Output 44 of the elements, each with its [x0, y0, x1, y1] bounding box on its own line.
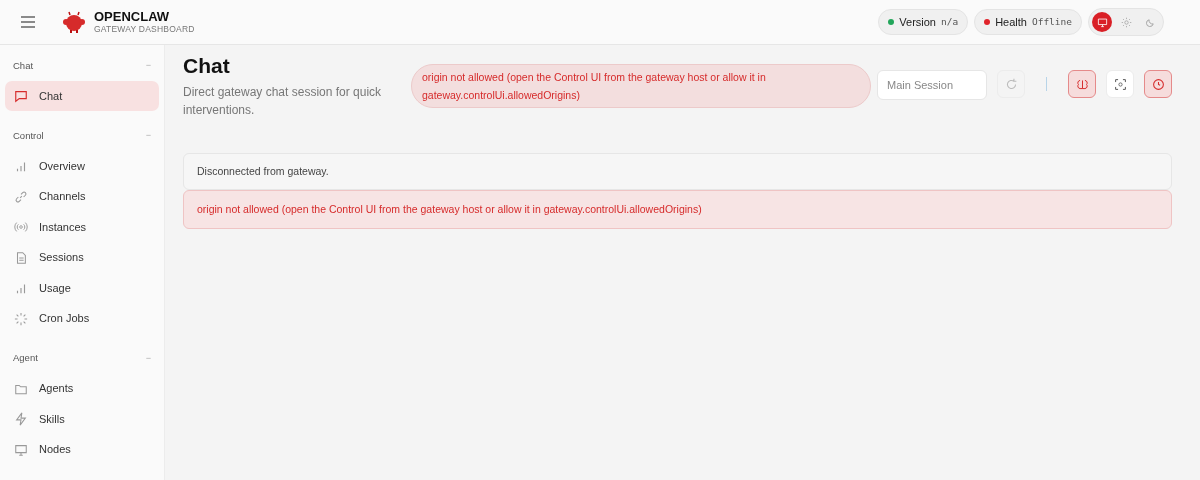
error-banner: origin not allowed (open the Control UI from the gateway host or allow it in gateway.controlUi.allowedOrigins) — [411, 64, 871, 108]
sidebar-item[interactable]: Chat — [5, 81, 159, 111]
sidebar-item[interactable]: Agents — [5, 373, 159, 404]
brain-icon — [1075, 77, 1089, 91]
section-heading: Control — [13, 128, 44, 143]
status-label: Health — [995, 14, 1027, 30]
clock-icon — [1151, 77, 1165, 91]
refresh-icon — [1004, 77, 1018, 91]
toolbar-button[interactable] — [1144, 70, 1172, 98]
sidebar-item[interactable]: Cron Jobs — [5, 303, 159, 334]
theme-option-button[interactable] — [1092, 12, 1112, 32]
status-value: Offline — [1031, 14, 1072, 29]
broadcast-icon — [14, 220, 28, 234]
chat-bubble-icon — [14, 89, 28, 103]
status-label: Version — [899, 14, 936, 30]
session-field[interactable]: Main Session — [877, 70, 987, 100]
sidebar-item[interactable]: Nodes — [5, 434, 159, 465]
document-icon — [14, 250, 28, 265]
info-message: Disconnected from gateway. — [183, 153, 1172, 191]
sidebar-item[interactable]: Skills — [5, 404, 159, 434]
status-value: n/a — [941, 14, 959, 29]
lightning-icon — [14, 412, 28, 426]
loader-icon — [14, 311, 28, 326]
page-subtitle: Direct gateway chat session for quick interventions. — [183, 84, 383, 120]
focus-frame-icon — [1113, 77, 1127, 91]
error-message: origin not allowed (open the Control UI from the gateway host or allow it in gateway.controlUi.allowedOrigins) — [183, 190, 1172, 230]
page-title: Chat — [183, 53, 231, 79]
toolbar-button[interactable] — [1068, 70, 1096, 98]
sun-icon — [1120, 16, 1132, 28]
monitor-icon — [14, 442, 28, 457]
link-icon — [14, 189, 28, 204]
sidebar-item[interactable]: Usage — [5, 273, 159, 303]
menu-icon[interactable] — [20, 16, 36, 28]
section-heading: Chat — [13, 58, 34, 73]
brand-title: OPENCLAW — [94, 10, 171, 24]
sidebar-item[interactable]: Overview — [5, 151, 159, 181]
sidebar-item[interactable]: Channels — [5, 181, 159, 212]
monitor-icon — [1096, 16, 1108, 28]
sidebar-item[interactable]: Sessions — [5, 242, 159, 273]
brand-subtitle: GATEWAY DASHBOARD — [94, 25, 195, 34]
sidebar-item[interactable]: Instances — [5, 212, 159, 242]
moon-icon — [1144, 16, 1156, 28]
section-heading: Agent — [13, 351, 38, 366]
mascot-logo-icon — [62, 11, 86, 33]
